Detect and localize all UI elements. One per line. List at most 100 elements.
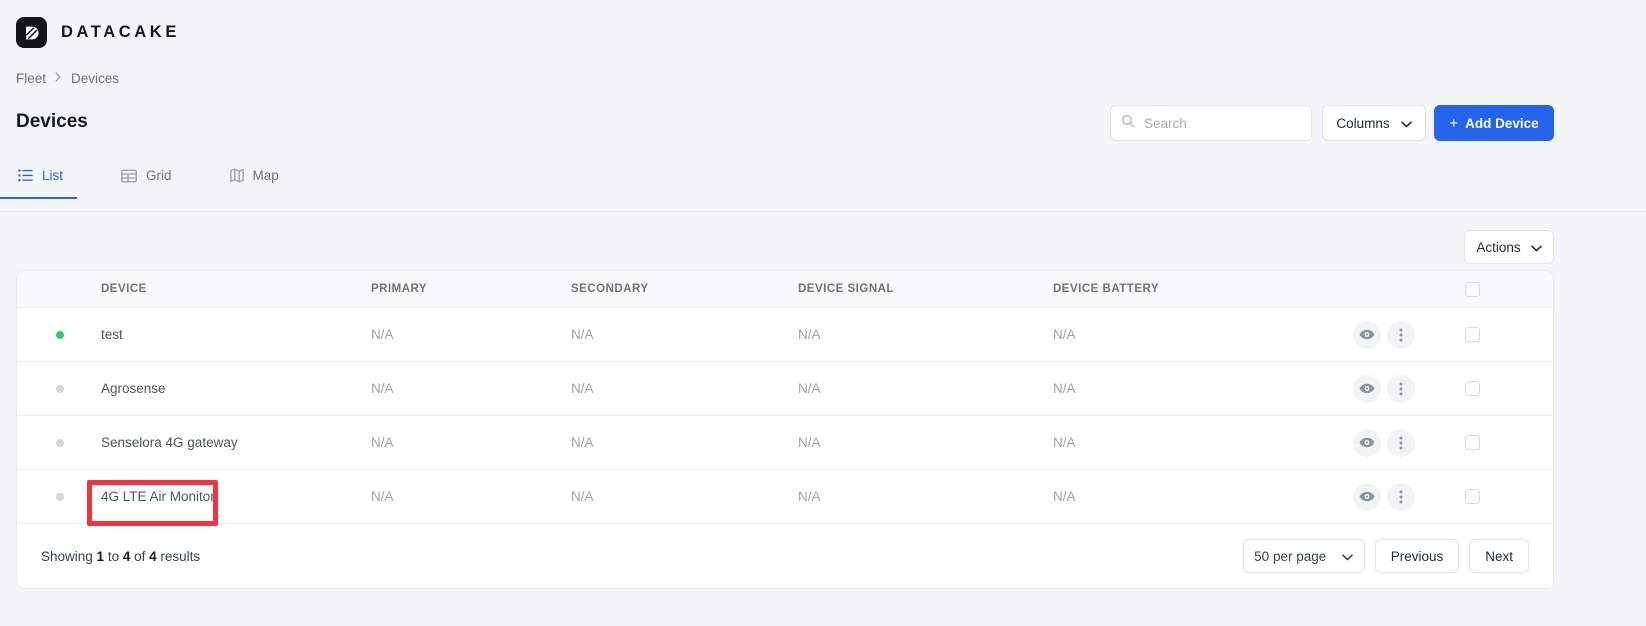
eye-icon[interactable] [1353,374,1381,403]
row-checkbox[interactable] [1465,435,1480,450]
tab-grid[interactable]: Grid [119,168,186,199]
actions-button[interactable]: Actions [1464,230,1554,264]
actions-button-label: Actions [1476,239,1521,255]
tab-list-label: List [42,168,64,183]
eye-icon[interactable] [1353,482,1381,511]
table-header-primary: PRIMARY [371,283,428,295]
add-device-button[interactable]: + Add Device [1434,105,1554,141]
plus-icon: + [1449,114,1459,132]
row-status [17,384,101,393]
row-checkbox[interactable] [1465,327,1480,342]
row-device-signal: N/A [798,489,821,504]
add-device-button-label: Add Device [1465,115,1539,131]
row-device-battery: N/A [1053,489,1076,504]
table-row[interactable]: test N/A N/A N/A N/A [17,308,1553,362]
breadcrumb-item-devices[interactable]: Devices [71,71,119,86]
kebab-menu-icon[interactable] [1387,320,1415,349]
row-action-buttons [1353,428,1465,457]
pagination-controls: 50 per page Previous Next [1242,539,1529,573]
chevron-down-icon [1342,549,1354,564]
status-dot-online [56,330,64,339]
row-status [17,330,101,339]
chevron-down-icon [1400,116,1412,131]
table-header-device: DEVICE [101,283,147,295]
per-page-label: 50 per page [1254,548,1327,564]
select-all-checkbox[interactable] [1465,281,1480,297]
row-device-battery: N/A [1053,435,1076,450]
eye-icon[interactable] [1353,320,1381,349]
grid-icon [121,169,138,183]
columns-button[interactable]: Columns [1322,105,1426,141]
row-select-cell [1465,435,1553,450]
search-input[interactable] [1144,115,1301,131]
tab-list[interactable]: List [0,168,78,199]
row-device-name: Agrosense [101,381,166,396]
chevron-down-icon [1530,240,1542,255]
search-box[interactable] [1110,105,1312,141]
row-select-cell [1465,489,1553,504]
row-checkbox[interactable] [1465,381,1480,396]
devices-table: DEVICE PRIMARY SECONDARY DEVICE SIGNAL D… [16,270,1554,589]
row-secondary: N/A [571,435,594,450]
results-of: of [130,548,150,564]
tab-map[interactable]: Map [228,168,293,199]
row-select-cell [1465,327,1553,342]
row-device-battery: N/A [1053,381,1076,396]
tabs-divider [0,211,1646,212]
row-action-buttons [1353,374,1465,403]
row-device-signal: N/A [798,381,821,396]
search-icon [1121,114,1135,133]
table-header-device-signal: DEVICE SIGNAL [798,283,894,295]
kebab-menu-icon[interactable] [1387,428,1415,457]
status-dot-offline [56,438,64,447]
results-from: 1 [96,548,105,564]
per-page-select[interactable]: 50 per page [1242,539,1365,573]
kebab-menu-icon[interactable] [1387,482,1415,511]
row-secondary: N/A [571,489,594,504]
results-total: 4 [149,548,157,564]
table-row[interactable]: Senselora 4G gateway N/A N/A N/A N/A [17,416,1553,470]
row-device-battery: N/A [1053,327,1076,342]
table-header-device-battery: DEVICE BATTERY [1053,283,1160,295]
page-title: Devices [16,111,88,132]
results-suffix: results [156,548,201,564]
row-select-cell [1465,381,1553,396]
row-action-buttons [1353,482,1465,511]
devices-page: DATACAKE Fleet Devices Devices Columns +… [0,0,1646,626]
results-prefix: Showing [41,548,97,564]
table-header-secondary: SECONDARY [571,283,649,295]
next-page-button[interactable]: Next [1469,539,1529,573]
row-primary: N/A [371,435,394,450]
row-primary: N/A [371,381,394,396]
results-mid: to [104,548,123,564]
brand-header: DATACAKE [16,17,180,48]
row-device-signal: N/A [798,435,821,450]
previous-page-button[interactable]: Previous [1374,539,1460,573]
row-checkbox[interactable] [1465,489,1480,504]
table-footer: Showing 1 to 4 of 4 results 50 per page … [17,524,1553,588]
row-status [17,492,101,501]
row-primary: N/A [371,327,394,342]
datacake-logo-icon [16,17,47,48]
kebab-menu-icon[interactable] [1387,374,1415,403]
status-dot-offline [56,492,64,501]
breadcrumb-item-fleet[interactable]: Fleet [16,71,46,86]
tab-grid-label: Grid [146,168,172,183]
row-action-buttons [1353,320,1465,349]
brand-name: DATACAKE [61,23,180,41]
row-device-signal: N/A [798,327,821,342]
view-tabs: List Grid Map [0,168,335,199]
table-row[interactable]: Agrosense N/A N/A N/A N/A [17,362,1553,416]
row-secondary: N/A [571,381,594,396]
row-device-name: test [101,327,123,342]
map-icon [229,168,244,183]
row-primary: N/A [371,489,394,504]
row-device-name: 4G LTE Air Monitor [101,489,215,504]
tab-map-label: Map [252,168,279,183]
row-device-name: Senselora 4G gateway [101,435,238,450]
status-dot-offline [56,384,64,393]
row-secondary: N/A [571,327,594,342]
eye-icon[interactable] [1353,428,1381,457]
breadcrumb: Fleet Devices [16,71,119,86]
table-row[interactable]: 4G LTE Air Monitor N/A N/A N/A N/A [17,470,1553,524]
